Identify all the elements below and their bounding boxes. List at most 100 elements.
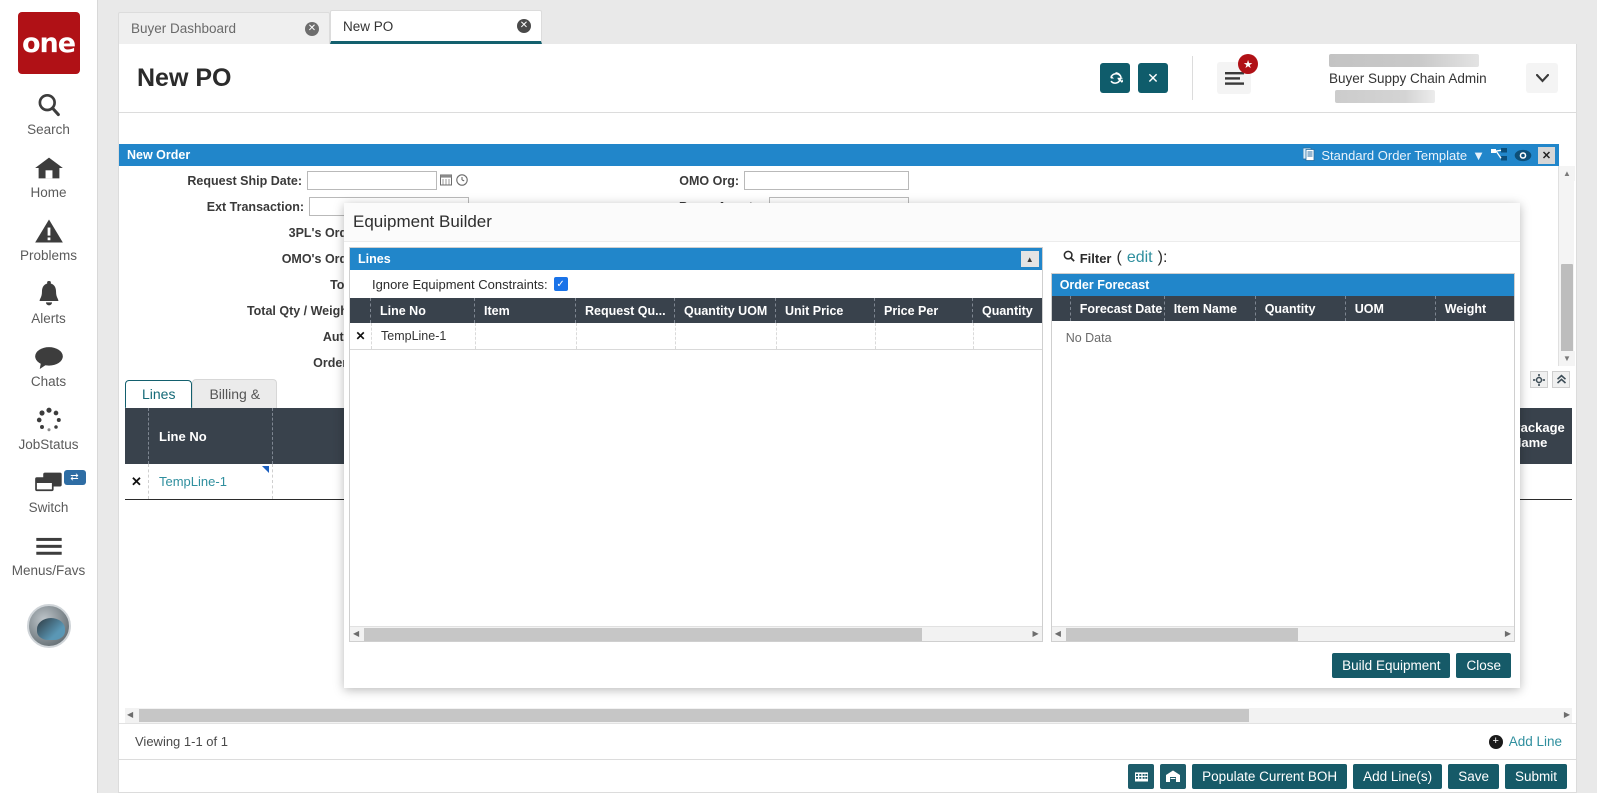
scroll-down-icon[interactable]: ▼ <box>1559 351 1575 366</box>
scrollbar-thumb[interactable] <box>1065 628 1298 641</box>
hamburger-icon <box>34 531 64 561</box>
scroll-left-icon[interactable]: ◀ <box>127 710 133 719</box>
modal-forecast-header-item-name[interactable]: Item Name <box>1165 296 1256 321</box>
clock-icon[interactable] <box>456 174 469 187</box>
sidebar-item-jobstatus[interactable]: JobStatus <box>0 405 98 452</box>
modal-lines-header-item[interactable]: Item <box>475 298 576 323</box>
tab-lines[interactable]: Lines <box>125 380 193 409</box>
sidebar-item-problems[interactable]: Problems <box>0 216 98 263</box>
gear-icon[interactable] <box>1530 371 1548 388</box>
modal-forecast-header-quantity[interactable]: Quantity <box>1256 296 1346 321</box>
hamburger-menu-icon[interactable]: ★ <box>1217 54 1258 94</box>
search-icon <box>1063 249 1075 267</box>
modal-forecast-header-forecast-date[interactable]: Forecast Date <box>1071 296 1165 321</box>
modal-lines-header-quantity[interactable]: Quantity <box>973 298 1042 323</box>
submit-button[interactable]: Submit <box>1504 763 1567 789</box>
browser-tab-buyer-dashboard[interactable]: Buyer Dashboard ✕ <box>118 12 330 44</box>
modal-lines-cell-unit-price[interactable] <box>777 323 876 349</box>
sidebar-item-label: Menus/Favs <box>11 563 86 578</box>
close-icon[interactable]: ✕ <box>517 19 531 33</box>
sidebar-item-home[interactable]: Home <box>0 153 98 200</box>
double-chevron-up-icon[interactable] <box>1552 371 1570 388</box>
filter-edit-link[interactable]: edit <box>1127 249 1153 267</box>
page-header: New PO ✕ ★ Buyer Suppy Chain Admin <box>118 44 1577 112</box>
scroll-right-icon[interactable]: ▶ <box>1033 629 1039 638</box>
caret-up-icon[interactable]: ▲ <box>1020 251 1039 267</box>
sidebar-item-label: Chats <box>30 374 67 389</box>
dialog-title: Equipment Builder <box>353 212 492 231</box>
delete-x-icon[interactable]: ✕ <box>125 464 149 499</box>
document-icon <box>1302 147 1316 164</box>
scroll-right-icon[interactable]: ▶ <box>1505 629 1511 638</box>
order-template-selector[interactable]: Standard Order Template ▼ <box>1302 147 1485 164</box>
modal-lines-cell-quantity[interactable] <box>974 323 1042 349</box>
save-button[interactable]: Save <box>1448 763 1499 789</box>
close-icon[interactable]: ✕ <box>305 21 319 36</box>
calendar-icon[interactable] <box>440 174 453 187</box>
scrollbar-thumb[interactable] <box>1561 264 1573 356</box>
left-sidebar: one Search Home Problems Alerts Chats Jo… <box>0 0 98 793</box>
tab-billing[interactable]: Billing & <box>192 379 278 408</box>
sidebar-item-alerts[interactable]: Alerts <box>0 279 98 326</box>
modal-lines-hscrollbar[interactable]: ◀ ▶ <box>350 626 1042 641</box>
form-vertical-scrollbar[interactable]: ▲ ▼ <box>1558 166 1575 366</box>
scrollbar-thumb[interactable] <box>364 628 922 641</box>
close-x-icon[interactable]: ✕ <box>1138 63 1168 93</box>
ignore-constraints-checkbox[interactable]: ✓ <box>553 277 568 291</box>
avatar[interactable] <box>26 604 71 648</box>
warehouse-icon[interactable] <box>1160 763 1187 789</box>
delete-x-icon[interactable]: ✕ <box>350 323 372 349</box>
modal-lines-header-unit-price[interactable]: Unit Price <box>776 298 875 323</box>
sidebar-item-label: Search <box>27 122 70 137</box>
sidebar-item-label: Switch <box>28 500 69 515</box>
scroll-left-icon[interactable]: ◀ <box>1055 629 1061 638</box>
new-order-banner-title: New Order <box>127 148 191 162</box>
hierarchy-icon[interactable] <box>1491 147 1508 163</box>
table-row[interactable]: ✕ TempLine-1 <box>350 323 1042 350</box>
sidebar-item-search[interactable]: Search <box>0 90 98 137</box>
lines-grid-hscrollbar[interactable]: ◀ ▶ <box>125 708 1572 723</box>
calendar-grid-icon[interactable] <box>1128 763 1155 789</box>
modal-lines-cell-quantity-uom[interactable] <box>676 323 777 349</box>
close-x-icon[interactable]: ✕ <box>1538 146 1555 164</box>
bg-grid-header-line-no[interactable]: Line No <box>149 408 273 464</box>
caret-down-icon[interactable]: ▼ <box>1472 148 1485 163</box>
bg-grid-cell-line-no[interactable]: TempLine-1 <box>149 464 273 499</box>
add-line-button[interactable]: + Add Line <box>1488 734 1562 749</box>
browser-tab-new-po[interactable]: New PO ✕ <box>330 10 542 44</box>
close-button[interactable]: Close <box>1456 652 1511 678</box>
modal-lines-cell-line-no[interactable]: TempLine-1 <box>372 323 476 349</box>
scroll-up-icon[interactable]: ▲ <box>1559 166 1575 181</box>
build-equipment-button[interactable]: Build Equipment <box>1332 652 1451 678</box>
eye-icon[interactable] <box>1514 149 1532 162</box>
brand-logo[interactable]: one <box>17 12 80 74</box>
form-label: Ext Transaction: <box>206 199 304 214</box>
main-area: Buyer Dashboard ✕ New PO ✕ New PO ✕ ★ Bu… <box>98 0 1597 793</box>
chevron-down-icon[interactable] <box>1526 63 1558 93</box>
modal-forecast-hscrollbar[interactable]: ◀ ▶ <box>1051 626 1514 641</box>
sidebar-item-menus-favs[interactable]: Menus/Favs <box>0 531 98 578</box>
modal-lines-cell-item[interactable] <box>476 323 577 349</box>
form-row-request-ship-date: Request Ship Date: <box>119 170 469 191</box>
sidebar-item-switch[interactable]: ⇄ Switch <box>0 468 98 515</box>
scrollbar-thumb[interactable] <box>139 709 1249 722</box>
modal-forecast-header-uom[interactable]: UOM <box>1346 296 1436 321</box>
banner-right-controls: Standard Order Template ▼ ✕ <box>1302 146 1559 164</box>
omo-org-input[interactable] <box>744 171 909 190</box>
swap-arrows-icon[interactable]: ⇄ <box>63 470 86 485</box>
modal-lines-header-quantity-uom[interactable]: Quantity UOM <box>675 298 776 323</box>
add-lines-button[interactable]: Add Line(s) <box>1353 763 1443 789</box>
modal-lines-header-price-per[interactable]: Price Per <box>875 298 973 323</box>
modal-lines-header-request-qu[interactable]: Request Qu... <box>576 298 675 323</box>
scroll-left-icon[interactable]: ◀ <box>353 629 359 638</box>
tab-label: Lines <box>142 386 176 402</box>
request-ship-date-input[interactable] <box>307 171 437 190</box>
sidebar-item-chats[interactable]: Chats <box>0 342 98 389</box>
modal-lines-header-line-no[interactable]: Line No <box>371 298 475 323</box>
scroll-right-icon[interactable]: ▶ <box>1564 710 1570 719</box>
modal-forecast-header-weight[interactable]: Weight <box>1436 296 1514 321</box>
refresh-icon[interactable] <box>1100 63 1130 93</box>
populate-current-boh-button[interactable]: Populate Current BOH <box>1192 763 1348 789</box>
modal-lines-cell-price-per[interactable] <box>876 323 974 349</box>
modal-lines-cell-request-qu[interactable] <box>577 323 676 349</box>
